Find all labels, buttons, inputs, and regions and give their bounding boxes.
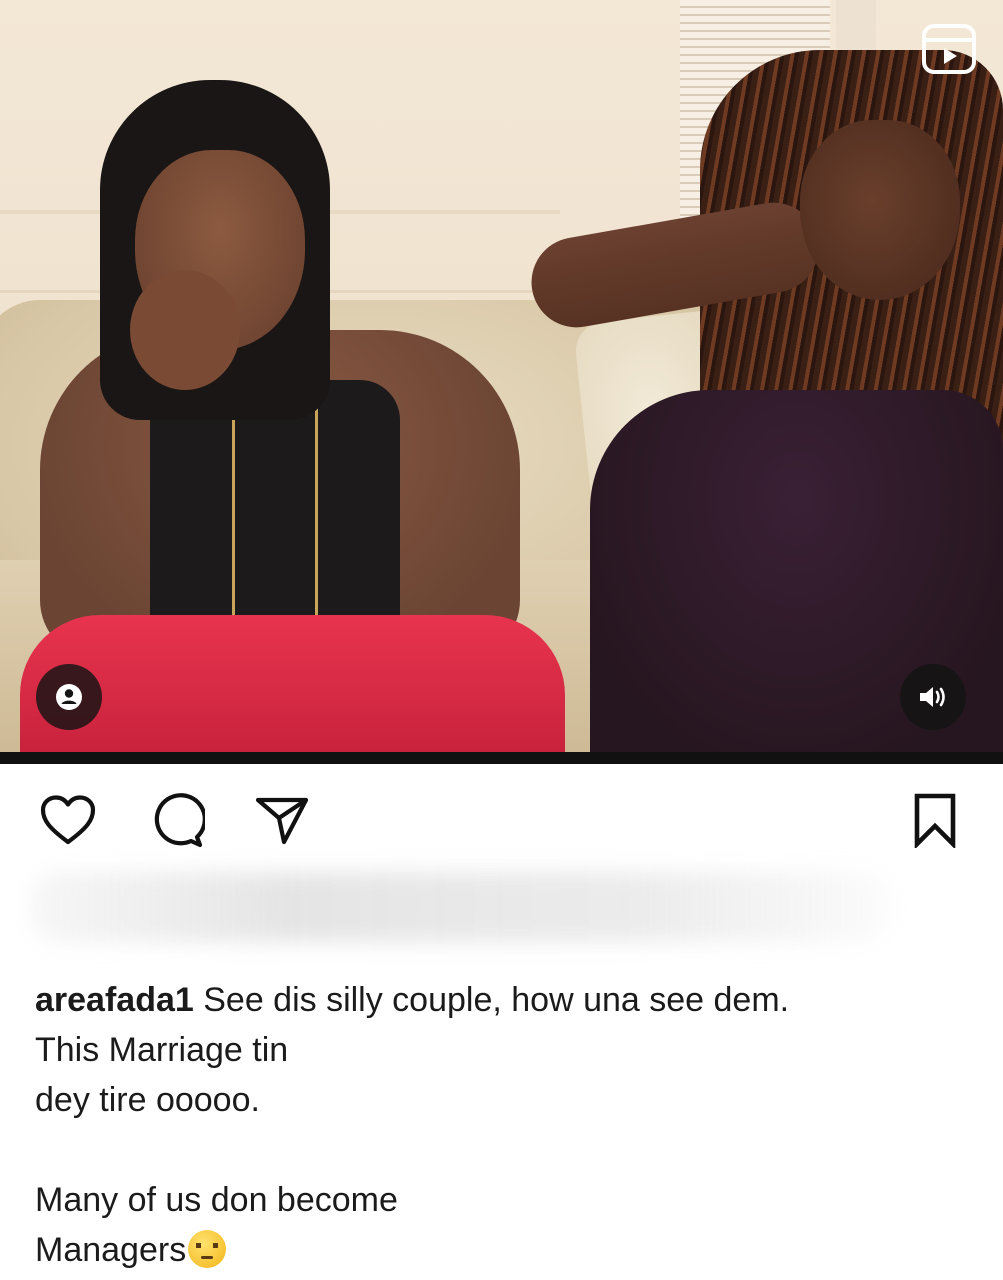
post-actions-bar	[0, 790, 1003, 850]
caption-username[interactable]: areafada1	[35, 981, 194, 1019]
post-media[interactable]	[0, 0, 1003, 752]
caption-line: This Marriage tin	[35, 1031, 289, 1069]
face-with-raised-eyebrow-emoji	[188, 1230, 227, 1268]
bookmark-icon	[914, 793, 956, 848]
like-button[interactable]	[38, 790, 98, 850]
caption-line: areafada1 See dis silly couple, how una …	[35, 975, 965, 1025]
person-right-face	[800, 120, 960, 300]
caption-line: Many of us don become	[35, 1181, 398, 1219]
save-button[interactable]	[905, 790, 965, 850]
sound-toggle-button[interactable]	[900, 664, 966, 730]
media-divider	[0, 752, 1003, 764]
caption-text: See dis silly couple, how una see dem.	[193, 981, 790, 1019]
comment-bubble-icon	[154, 793, 205, 848]
user-tag-icon	[56, 684, 82, 710]
reels-icon	[922, 24, 976, 74]
caption-text: Managers	[35, 1231, 187, 1269]
person-left-hand	[130, 270, 240, 390]
comment-button[interactable]	[146, 790, 206, 850]
caption-line: Managers	[35, 1225, 965, 1275]
heart-icon	[40, 795, 96, 845]
paper-plane-icon	[255, 797, 309, 845]
person-left-pants	[20, 615, 565, 752]
tagged-users-button[interactable]	[36, 664, 102, 730]
post-caption: areafada1 See dis silly couple, how una …	[35, 975, 965, 1275]
caption-gap	[35, 1125, 965, 1175]
likes-summary-redacted	[30, 872, 890, 942]
caption-line: dey tire ooooo.	[35, 1081, 260, 1119]
volume-icon	[920, 687, 945, 707]
share-button[interactable]	[252, 790, 312, 850]
